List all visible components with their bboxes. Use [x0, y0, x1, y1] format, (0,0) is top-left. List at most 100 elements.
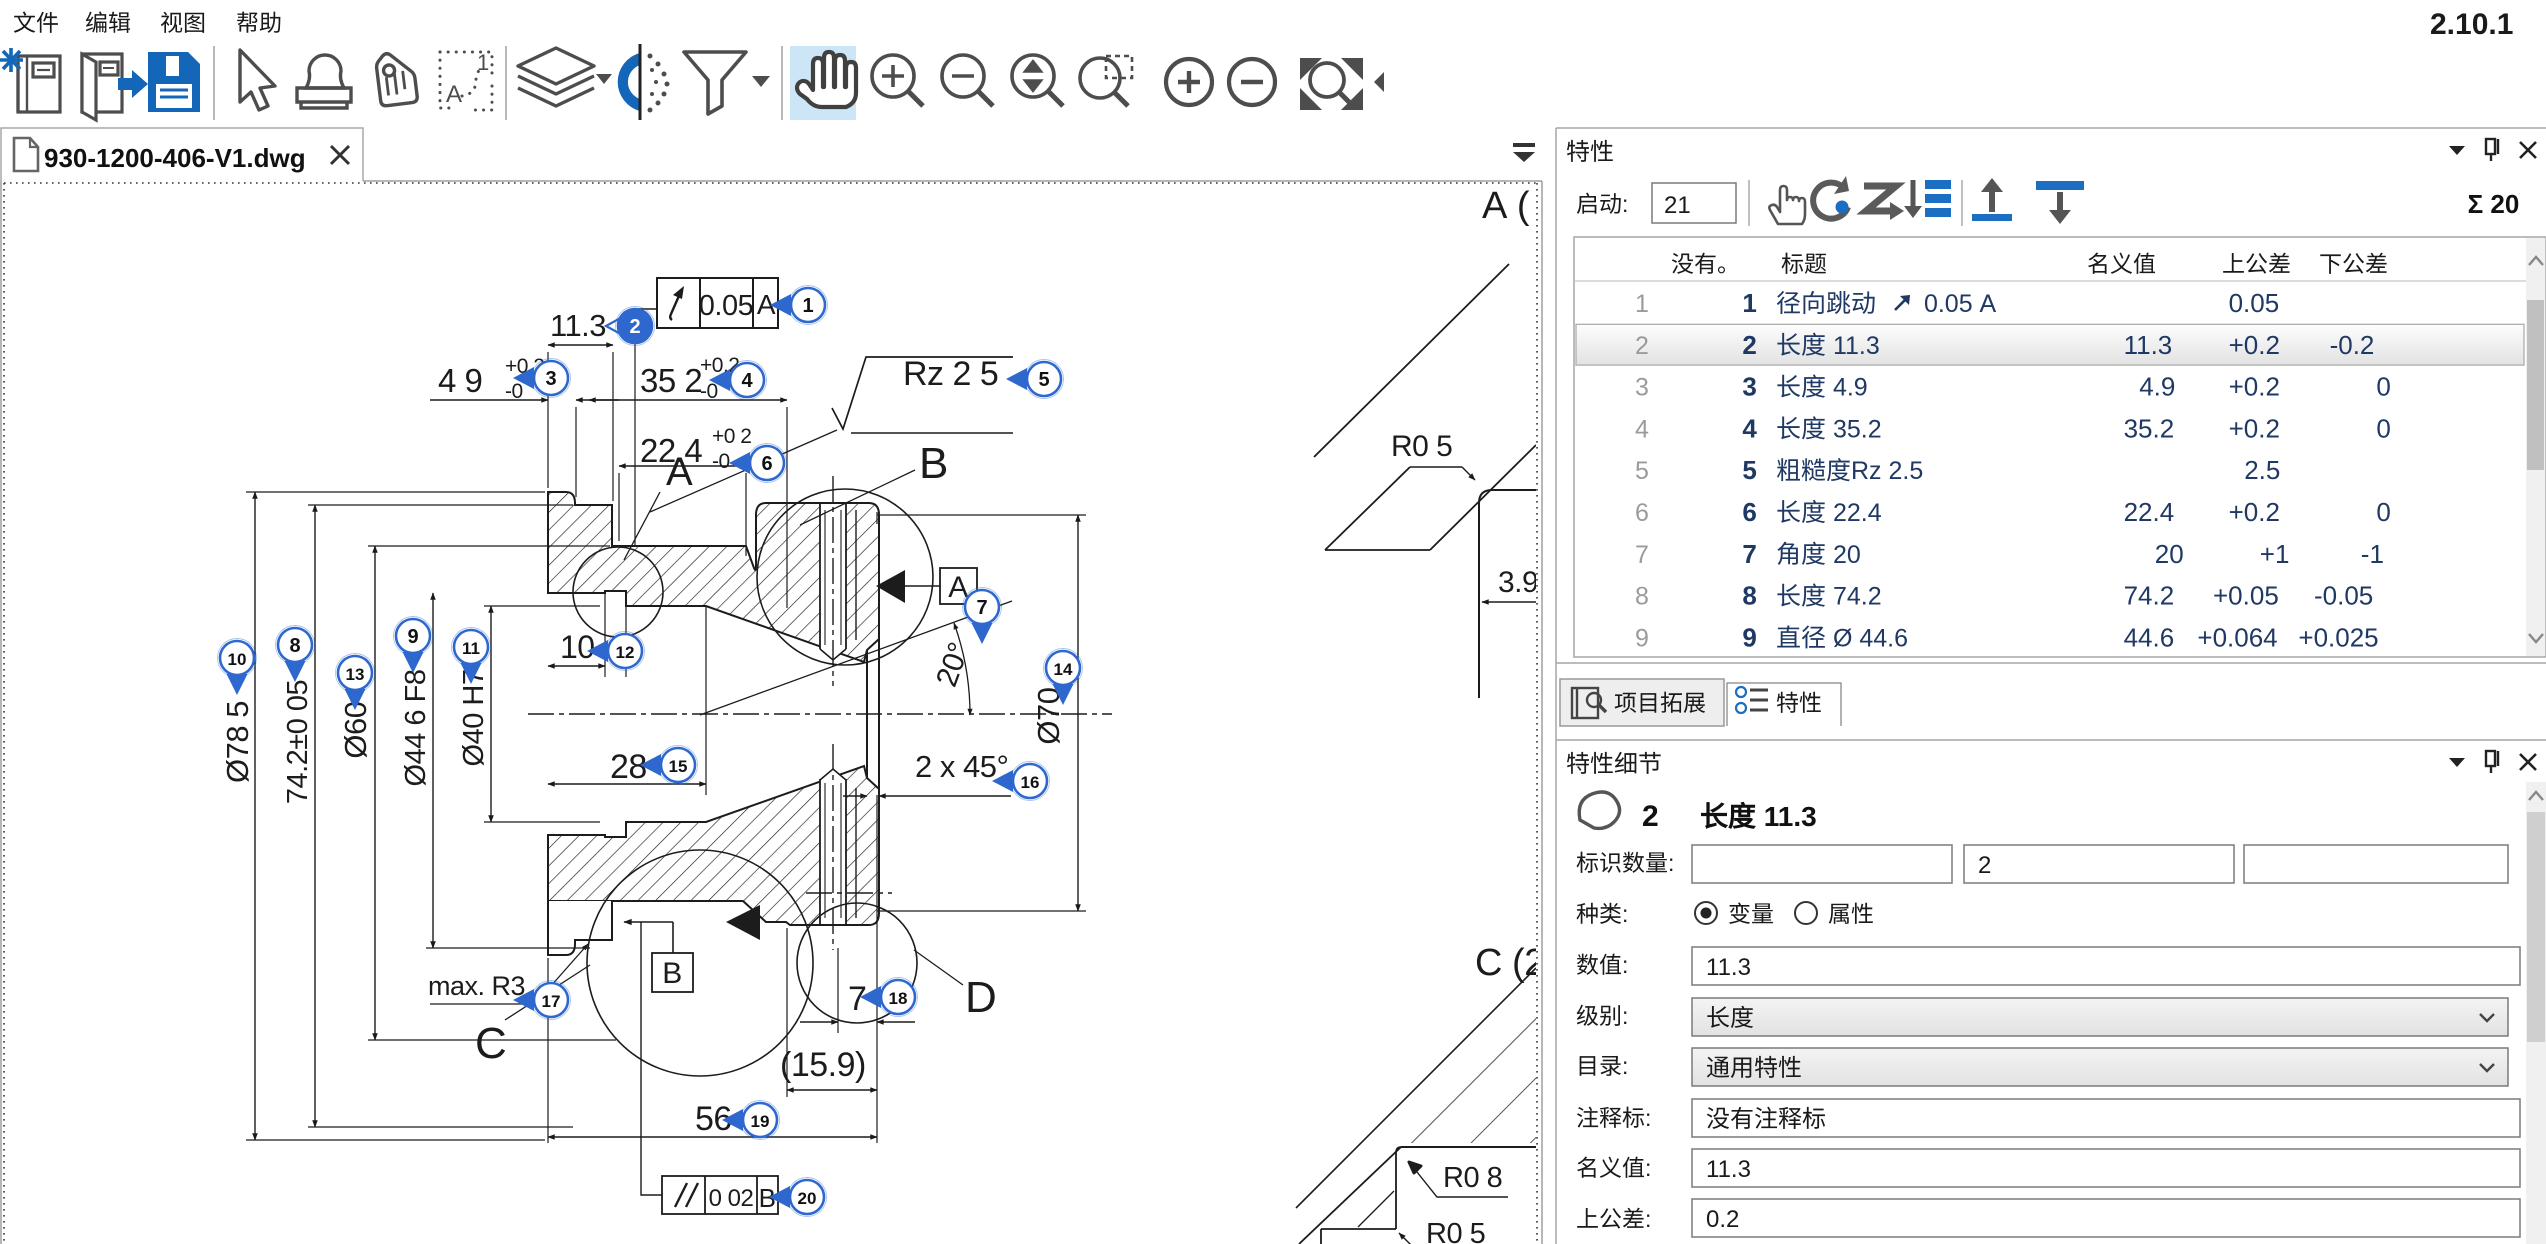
svg-text:11.3: 11.3 [1756, 801, 1817, 832]
svg-text:35.2: 35.2 [2124, 413, 2175, 443]
svg-text:17: 17 [542, 992, 561, 1011]
svg-text:+0.064: +0.064 [2197, 622, 2277, 652]
svg-text:44.6: 44.6 [2124, 622, 2175, 652]
svg-text:11.3: 11.3 [1706, 1156, 1751, 1183]
svg-text:4 9: 4 9 [438, 362, 482, 399]
svg-text:3: 3 [1742, 372, 1756, 402]
svg-text:1: 1 [802, 295, 813, 317]
svg-text:9: 9 [1635, 624, 1649, 652]
svg-text:0: 0 [2376, 497, 2390, 527]
svg-text:2: 2 [1978, 852, 1991, 879]
svg-text:11.3: 11.3 [1706, 954, 1751, 981]
svg-text:2 x 45°: 2 x 45° [915, 749, 1008, 784]
svg-text:+0.2: +0.2 [2229, 413, 2280, 443]
svg-text:+1: +1 [2260, 539, 2290, 569]
svg-text:8: 8 [1742, 581, 1756, 611]
svg-text:7: 7 [1742, 539, 1756, 569]
svg-text:18: 18 [889, 989, 908, 1008]
svg-text:74.2: 74.2 [1826, 583, 1882, 611]
svg-text:5: 5 [1635, 457, 1649, 485]
svg-text:D: D [965, 973, 996, 1022]
svg-text:0: 0 [2376, 372, 2390, 402]
svg-text:9: 9 [407, 626, 418, 648]
svg-text:0.05: 0.05 [2229, 288, 2280, 318]
svg-text::: : [1622, 1003, 1628, 1029]
svg-text::: : [1622, 901, 1628, 927]
svg-text:+0.2: +0.2 [2229, 372, 2280, 402]
svg-text:0.2: 0.2 [1706, 1206, 1739, 1233]
svg-text:Σ 20: Σ 20 [2468, 189, 2520, 219]
svg-text:Ø44 6 F8: Ø44 6 F8 [400, 670, 432, 787]
svg-text:8: 8 [1635, 583, 1649, 611]
svg-text:0.05 A: 0.05 A [1917, 290, 1997, 318]
svg-text:6: 6 [1742, 497, 1756, 527]
svg-text:(15.9): (15.9) [780, 1046, 866, 1084]
svg-text:-0.2: -0.2 [2330, 330, 2375, 360]
svg-text:+0.05: +0.05 [2213, 581, 2279, 611]
svg-text:+0 2: +0 2 [712, 425, 751, 448]
svg-text:-1: -1 [2361, 539, 2384, 569]
svg-text:R0 5: R0 5 [1426, 1218, 1485, 1244]
svg-text:R0 5: R0 5 [1391, 430, 1452, 463]
svg-text:Ø 44.6: Ø 44.6 [1826, 624, 1908, 652]
svg-text:19: 19 [751, 1112, 770, 1131]
svg-text:+0.2: +0.2 [2229, 330, 2280, 360]
svg-text:11.3: 11.3 [1826, 332, 1880, 360]
svg-text:16: 16 [1021, 773, 1040, 792]
svg-text:Ø40 H7: Ø40 H7 [458, 670, 490, 767]
svg-text:6: 6 [761, 453, 772, 475]
svg-text:9: 9 [1742, 622, 1756, 652]
svg-text:A (: A ( [1482, 185, 1530, 227]
svg-text:+0.2: +0.2 [2229, 497, 2280, 527]
svg-text:13: 13 [346, 665, 365, 684]
svg-text:4.9: 4.9 [1826, 374, 1868, 402]
svg-text:-0: -0 [712, 450, 730, 473]
svg-text:7: 7 [1635, 541, 1649, 569]
svg-text:8: 8 [289, 635, 300, 657]
svg-text:4: 4 [1742, 413, 1757, 443]
svg-text:4: 4 [1635, 415, 1649, 443]
svg-text:-0: -0 [505, 380, 523, 403]
svg-text:B: B [919, 439, 948, 488]
svg-text:10: 10 [560, 629, 595, 665]
svg-text:2: 2 [629, 316, 640, 338]
svg-text:930-1200-406-V1.dwg: 930-1200-406-V1.dwg [44, 143, 306, 173]
svg-text:20: 20 [798, 1189, 817, 1208]
svg-text:20: 20 [1826, 541, 1861, 569]
svg-text:74.2±0 05: 74.2±0 05 [282, 680, 314, 804]
svg-text:20: 20 [2155, 539, 2184, 569]
svg-text:3: 3 [545, 368, 556, 390]
svg-text:A: A [446, 81, 462, 108]
svg-text:12: 12 [616, 643, 635, 662]
svg-text::: : [1668, 850, 1674, 876]
svg-text:C: C [475, 1019, 506, 1068]
svg-text:+0.025: +0.025 [2298, 622, 2378, 652]
svg-text:6: 6 [1635, 499, 1649, 527]
svg-text:R0 8: R0 8 [1443, 1162, 1502, 1194]
svg-text:Ø60: Ø60 [338, 701, 373, 758]
svg-text:74.2: 74.2 [2124, 581, 2175, 611]
svg-text:11.3: 11.3 [550, 308, 606, 343]
svg-text:2: 2 [1742, 330, 1756, 360]
svg-text:A: A [948, 571, 968, 604]
svg-text:11: 11 [462, 639, 480, 658]
svg-text:14: 14 [1054, 660, 1073, 679]
svg-text:10: 10 [228, 650, 247, 669]
svg-text:0 02: 0 02 [709, 1185, 754, 1212]
svg-text:7: 7 [848, 980, 866, 1018]
svg-text:15: 15 [669, 757, 688, 776]
svg-text:-0.05: -0.05 [2314, 581, 2373, 611]
svg-text:3: 3 [1635, 374, 1649, 402]
svg-text:A: A [666, 450, 693, 494]
svg-text:11.3: 11.3 [2124, 330, 2173, 360]
svg-text:2: 2 [1642, 800, 1659, 833]
svg-text::: : [1645, 1155, 1651, 1181]
svg-text:1: 1 [1635, 290, 1649, 318]
svg-text:22.4: 22.4 [1826, 499, 1882, 527]
svg-text::: : [1622, 191, 1628, 217]
svg-text:B: B [662, 957, 682, 990]
svg-text:max. R3: max. R3 [428, 971, 525, 1001]
svg-text:Rz 2.5: Rz 2.5 [1851, 457, 1923, 485]
svg-text:4.9: 4.9 [2139, 372, 2175, 402]
svg-text:22.4: 22.4 [2124, 497, 2175, 527]
